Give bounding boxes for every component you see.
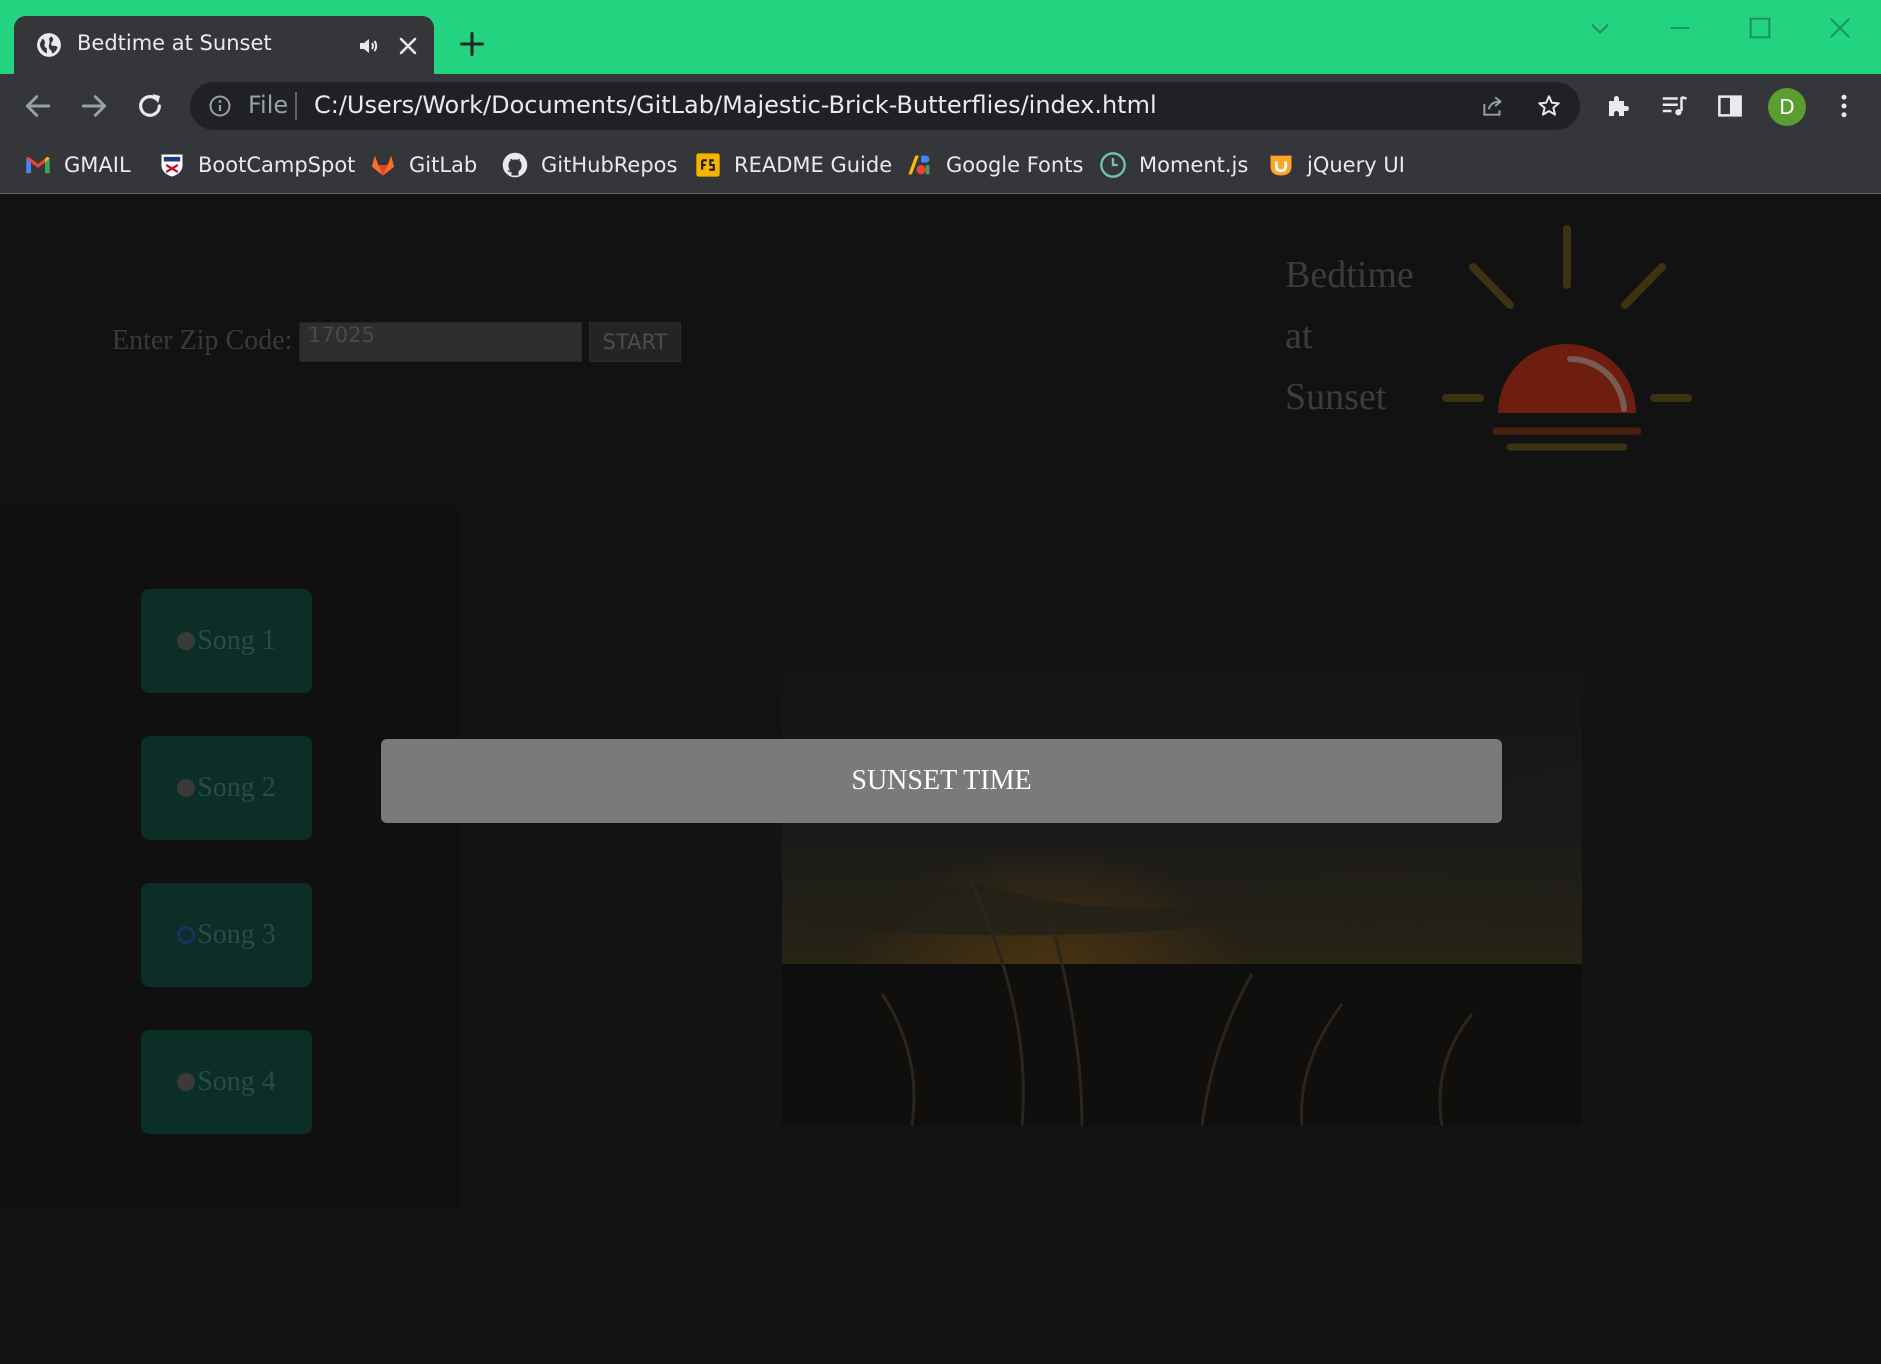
bookmark-label: Moment.js: [1139, 153, 1249, 177]
side-panel-icon[interactable]: [1715, 91, 1745, 121]
sunset-photo: [782, 594, 1582, 1126]
jquery-ui-icon: [1270, 155, 1292, 176]
zip-code-label: Enter Zip Code:: [112, 325, 293, 356]
radio-icon[interactable]: [177, 632, 196, 650]
globe-icon: [37, 33, 61, 57]
browser-title-bar: Bedtime at Sunset: [0, 0, 1881, 76]
start-button[interactable]: START: [589, 322, 681, 362]
zip-code-input[interactable]: 17025: [299, 322, 582, 362]
song-1-button[interactable]: Song 1: [141, 589, 312, 693]
song-label: Song 1: [197, 625, 276, 656]
url-scheme-label: File: [248, 91, 289, 119]
momentjs-icon: [1100, 152, 1126, 178]
page-viewport: Enter Zip Code: 17025 START Bedtime at S…: [0, 195, 1881, 1364]
minimize-icon[interactable]: [1666, 14, 1694, 42]
song-sidebar: Song 1 Song 2 Song 3 Song 4: [0, 509, 460, 1209]
close-tab-icon[interactable]: [396, 34, 420, 58]
bootcampspot-icon: [161, 154, 183, 177]
kebab-menu-icon[interactable]: [1829, 91, 1859, 121]
bookmark-label: Google Fonts: [946, 153, 1084, 177]
song-4-button[interactable]: Song 4: [141, 1030, 312, 1134]
bookmarks-bar: GMAIL BootCampSpot GitLab GitHubRepos RE…: [0, 138, 1881, 194]
address-bar[interactable]: File C:/Users/Work/Documents/GitLab/Maje…: [190, 82, 1580, 130]
bookmark-google-fonts[interactable]: Google Fonts: [906, 150, 1083, 180]
bookmark-label: GMAIL: [64, 153, 131, 177]
url-text[interactable]: C:/Users/Work/Documents/GitLab/Majestic-…: [314, 91, 1157, 119]
sunset-logo-icon: [1442, 225, 1692, 451]
maximize-icon[interactable]: [1746, 14, 1774, 42]
readme-guide-icon: [696, 153, 720, 177]
brand-title-line-2: at: [1285, 315, 1313, 357]
reload-icon[interactable]: [134, 90, 166, 122]
bookmark-label: GitLab: [409, 153, 478, 177]
bookmark-readme-guide[interactable]: README Guide: [694, 150, 892, 180]
forward-arrow-icon[interactable]: [78, 90, 110, 122]
radio-selected-icon[interactable]: [177, 926, 196, 944]
address-separator: [295, 92, 297, 120]
song-label: Song 2: [197, 772, 276, 803]
share-icon[interactable]: [1480, 93, 1506, 119]
bookmark-label: BootCampSpot: [198, 153, 356, 177]
tab-search-chevron-icon[interactable]: [1586, 14, 1614, 42]
bookmark-label: GitHubRepos: [541, 153, 678, 177]
bookmark-star-icon[interactable]: [1536, 93, 1562, 119]
bookmark-gitlab[interactable]: GitLab: [369, 150, 477, 180]
bookmark-gmail[interactable]: GMAIL: [24, 150, 131, 180]
tab-title: Bedtime at Sunset: [77, 31, 272, 55]
song-label: Song 4: [197, 1066, 276, 1097]
sunset-time-modal[interactable]: SUNSET TIME: [381, 739, 1502, 823]
profile-avatar[interactable]: D: [1768, 88, 1806, 126]
browser-toolbar: File C:/Users/Work/Documents/GitLab/Maje…: [0, 74, 1881, 138]
modal-text: SUNSET TIME: [851, 765, 1032, 796]
bookmark-jquery-ui[interactable]: jQuery UI: [1267, 150, 1405, 180]
browser-tab[interactable]: Bedtime at Sunset: [14, 16, 434, 76]
song-2-button[interactable]: Song 2: [141, 736, 312, 840]
back-arrow-icon[interactable]: [22, 90, 54, 122]
bookmark-bootcampspot[interactable]: BootCampSpot: [158, 150, 355, 180]
bookmark-momentjs[interactable]: Moment.js: [1099, 150, 1248, 180]
google-fonts-icon: [908, 155, 930, 175]
bookmark-label: jQuery UI: [1307, 153, 1405, 177]
brand-title-line-3: Sunset: [1285, 376, 1387, 418]
gmail-icon: [26, 156, 50, 174]
gitlab-icon: [371, 155, 395, 176]
github-icon: [502, 152, 528, 178]
brand-title-line-1: Bedtime: [1285, 254, 1414, 296]
extensions-puzzle-icon[interactable]: [1604, 91, 1634, 121]
bookmark-githubrepos[interactable]: GitHubRepos: [501, 150, 677, 180]
song-3-button[interactable]: Song 3: [141, 883, 312, 987]
speaker-icon[interactable]: [356, 34, 380, 58]
bookmark-label: README Guide: [734, 153, 893, 177]
radio-icon[interactable]: [177, 779, 196, 797]
radio-icon[interactable]: [177, 1073, 196, 1091]
media-queue-icon[interactable]: [1659, 91, 1689, 121]
new-tab-icon[interactable]: [458, 30, 486, 58]
info-icon[interactable]: [208, 94, 232, 118]
close-window-icon[interactable]: [1826, 14, 1854, 42]
song-label: Song 3: [197, 919, 276, 950]
